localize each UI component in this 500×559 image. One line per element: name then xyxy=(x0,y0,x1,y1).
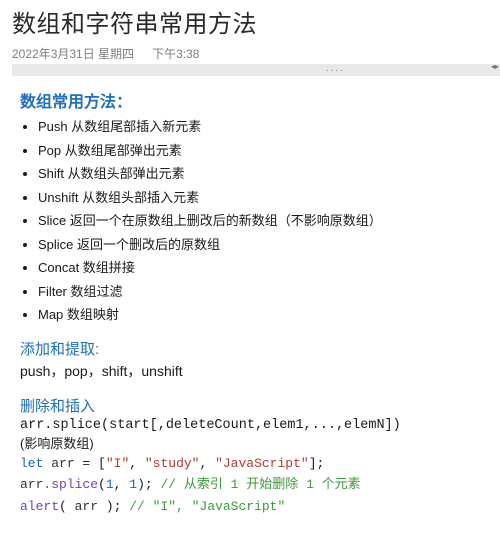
code-line-2: arr.splice(1, 1); // 从索引 1 开始删除 1 个元素 xyxy=(20,475,490,495)
array-methods-list: Push 从数组尾部插入新元素 Pop 从数组尾部弹出元素 Shift 从数组头… xyxy=(38,118,490,324)
list-item: Pop 从数组尾部弹出元素 xyxy=(38,142,490,160)
token-identifier: arr xyxy=(75,499,98,514)
expand-marker-icon[interactable]: ◂▸ xyxy=(491,63,499,71)
note-page: 数组和字符串常用方法 2022年3月31日 星期四 下午3:38 ◂▸ 数组常用… xyxy=(0,0,500,530)
token-punct: ); xyxy=(137,477,160,492)
list-item: Shift 从数组头部弹出元素 xyxy=(38,165,490,183)
list-item: Map 数组映射 xyxy=(38,306,490,324)
token-comment: // "I", "JavaScript" xyxy=(129,499,285,514)
token-number: 1 xyxy=(129,477,137,492)
token-keyword: let xyxy=(20,456,43,471)
meta-time: 下午3:38 xyxy=(152,45,199,62)
list-item: Filter 数组过滤 xyxy=(38,283,490,301)
token-identifier: arr xyxy=(20,477,43,492)
note-body: 数组常用方法： Push 从数组尾部插入新元素 Pop 从数组尾部弹出元素 Sh… xyxy=(12,76,500,520)
token-punct: ]; xyxy=(309,456,325,471)
splice-note: (影响原数组) xyxy=(20,433,490,452)
meta-date: 2022年3月31日 星期四 xyxy=(12,45,134,62)
list-item: Slice 返回一个在原数组上删改后的新数组（不影响原数组） xyxy=(38,212,490,230)
splice-signature: arr.splice(start[,deleteCount,elem1,...,… xyxy=(20,418,490,433)
section-heading-delete-insert: 删除和插入 xyxy=(20,395,490,416)
token-function: .splice xyxy=(43,477,98,492)
token-punct: ( xyxy=(59,499,75,514)
code-line-1: let arr = ["I", "study", "JavaScript"]; xyxy=(20,454,490,474)
list-item: Splice 返回一个删改后的原数组 xyxy=(38,236,490,254)
token-punct: , xyxy=(114,477,130,492)
token-punct: = [ xyxy=(75,456,106,471)
token-number: 1 xyxy=(106,477,114,492)
token-string: "study" xyxy=(145,456,200,471)
token-string: "I" xyxy=(106,456,129,471)
list-item: Concat 数组拼接 xyxy=(38,259,490,277)
page-title: 数组和字符串常用方法 xyxy=(12,4,500,39)
collapse-bar[interactable]: ◂▸ xyxy=(12,64,500,76)
token-punct: ); xyxy=(98,499,129,514)
token-punct: ( xyxy=(98,477,106,492)
section-heading-add-extract: 添加和提取: xyxy=(20,338,490,359)
token-function: alert xyxy=(20,499,59,514)
token-identifier: arr xyxy=(51,456,74,471)
token-string: "JavaScript" xyxy=(215,456,309,471)
token-comment: // 从索引 1 开始删除 1 个元素 xyxy=(160,477,360,492)
code-line-3: alert( arr ); // "I", "JavaScript" xyxy=(20,497,490,517)
meta-row: 2022年3月31日 星期四 下午3:38 xyxy=(12,45,500,62)
list-item: Unshift 从数组头部插入元素 xyxy=(38,189,490,207)
add-extract-body: push，pop，shift，unshift xyxy=(20,361,490,381)
section-heading-array-methods: 数组常用方法： xyxy=(20,88,490,112)
list-item: Push 从数组尾部插入新元素 xyxy=(38,118,490,136)
